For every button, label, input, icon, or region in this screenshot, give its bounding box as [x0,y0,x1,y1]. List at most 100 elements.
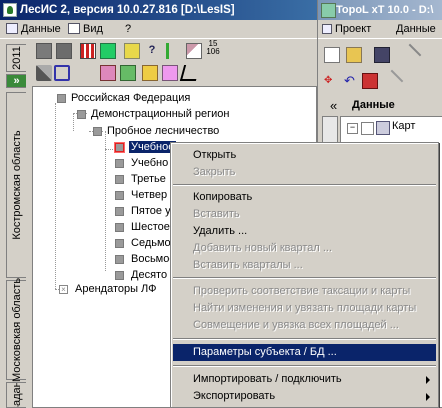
menu-topol-data[interactable]: Данные [396,22,436,36]
report-icon[interactable] [100,65,116,81]
menu-separator [173,338,436,340]
topol-toolbar-2: ✥ ↶ [322,69,442,94]
menu-bar: Данные Вид ? [0,20,317,39]
map-layer-icon [376,121,390,135]
pin-icon[interactable] [36,65,52,81]
app-icon[interactable] [3,3,17,17]
move-icon[interactable]: ✥ [324,73,340,89]
tree-node-child[interactable]: Восьмое [113,251,175,267]
tree-node-child[interactable]: Четвер [113,187,167,203]
data-panel-title: Данные [352,99,395,111]
node-checkbox[interactable] [115,239,124,248]
open-folder-icon[interactable] [346,47,362,63]
new-icon[interactable] [324,47,340,63]
node-checkbox[interactable] [115,175,124,184]
topol-app-icon[interactable] [321,3,336,18]
node-checkbox[interactable] [115,191,124,200]
node-checkbox[interactable] [57,94,66,103]
menu-paste-quarters[interactable]: Вставить кварталы ... [173,257,436,274]
topol-menu-bar: Проект Данные [318,20,442,39]
window-title: ЛесИС 2, версия 10.0.27.816 [D:\LesIS] [20,4,235,16]
tab-kostroma-region[interactable]: Костромская область [6,92,26,278]
view-icon [68,23,80,34]
node-checkbox[interactable] [115,255,124,264]
node-checkbox[interactable] [93,127,102,136]
node-checkbox[interactable] [115,223,124,232]
help-icon[interactable]: ? [144,43,160,59]
menu-copy[interactable]: Копировать [173,189,436,206]
grid-gray-icon[interactable] [36,43,52,59]
tree-node-child[interactable]: Пятое у [113,203,171,219]
collapse-button[interactable]: « [330,98,337,113]
menu-project[interactable]: Проект [322,22,371,36]
data-panel-header: « Данные [318,98,442,114]
node-checkbox[interactable] [115,143,124,152]
chart-icon[interactable] [120,65,136,81]
save-icon[interactable] [374,47,390,63]
database-icon [6,23,18,34]
tree-node-child[interactable]: Учебно [113,155,168,171]
first-record-icon[interactable] [166,43,182,59]
undo-icon[interactable]: ↶ [344,73,360,89]
expand-toggle[interactable]: − [347,123,358,134]
menu-delete[interactable]: Удалить ... [173,223,436,240]
main-title-bar[interactable]: ЛесИС 2, версия 10.0.27.816 [D:\LesIS] [0,0,317,20]
node-checkbox[interactable] [115,207,124,216]
node-checkbox-x[interactable]: × [59,285,68,294]
menu-paste[interactable]: Вставить [173,206,436,223]
line-tool-icon[interactable] [398,43,422,67]
menu-view[interactable]: Вид [68,22,103,36]
document-icon[interactable] [142,65,158,81]
tree-node-selected[interactable]: Учебное [113,139,177,155]
grid-dark-icon[interactable] [56,43,72,59]
settings-icon[interactable] [124,43,140,59]
side-tab-bar: 2011 » Костромская область Московская об… [2,42,28,408]
menu-data[interactable]: Данные [6,22,61,36]
menu-separator [173,184,436,186]
node-checkbox[interactable] [115,159,124,168]
menu-separator [173,365,436,367]
menu-help[interactable]: ? [125,22,131,36]
tree-node-demo-region[interactable]: Демонстрационный регион [77,106,230,122]
node-checkbox[interactable] [115,271,124,280]
menu-export[interactable]: Экспортировать [173,388,436,405]
tree-node-tenants[interactable]: × Арендаторы ЛФ [59,281,157,297]
tree-node-russia[interactable]: Российская Федерация [57,90,190,106]
tree-node-child[interactable]: Третье [113,171,166,187]
context-menu: Открыть Закрыть Копировать Вставить Удал… [170,142,439,408]
layers-icon[interactable] [162,65,178,81]
menu-check-conformity[interactable]: Проверить соответствие таксации и карты [173,283,436,300]
menu-merge-areas[interactable]: Совмещение и увязка всех площадей ... [173,317,436,334]
expand-icon[interactable]: » [6,74,26,88]
menu-subject-parameters[interactable]: Параметры субъекта / БД ... [173,344,436,361]
edit-node-icon[interactable] [362,73,378,89]
submenu-arrow-icon [426,393,430,401]
project-icon [322,24,332,34]
toolbar-bottom [32,62,317,84]
select-icon[interactable] [54,65,70,81]
map-icon[interactable] [100,43,116,59]
menu-close[interactable]: Закрыть [173,164,436,181]
tab-year[interactable]: 2011 [6,44,26,72]
draw-icon[interactable] [380,69,404,93]
menu-find-changes[interactable]: Найти изменения и увязать площади карты [173,300,436,317]
menu-open[interactable]: Открыть [173,147,436,164]
toolbar-top: ? 15 106 [32,40,317,62]
table-icon[interactable] [80,43,96,59]
edit-icon[interactable] [186,43,202,59]
tree-node-child[interactable]: Шестое [113,219,170,235]
topol-toolbar-1 [322,43,442,68]
tree-node-forestry[interactable]: Пробное лесничество [93,123,219,139]
layer-label: Карт [392,120,416,132]
tab-moscow-region[interactable]: Московская область [6,278,26,382]
menu-import[interactable]: Импортировать / подключить [173,371,436,388]
submenu-arrow-icon [426,376,430,384]
tab-tasks[interactable]: Задан [6,382,26,408]
menu-separator [173,277,436,279]
layer-checkbox[interactable] [361,122,374,135]
tree-node-child[interactable]: Седьмо [113,235,171,251]
topol-title-bar[interactable]: TopoL xT 10.0 - D:\ [318,0,442,20]
menu-add-quarter[interactable]: Добавить новый квартал ... [173,240,436,257]
cursor-icon[interactable] [179,65,201,81]
node-checkbox[interactable] [77,110,86,119]
